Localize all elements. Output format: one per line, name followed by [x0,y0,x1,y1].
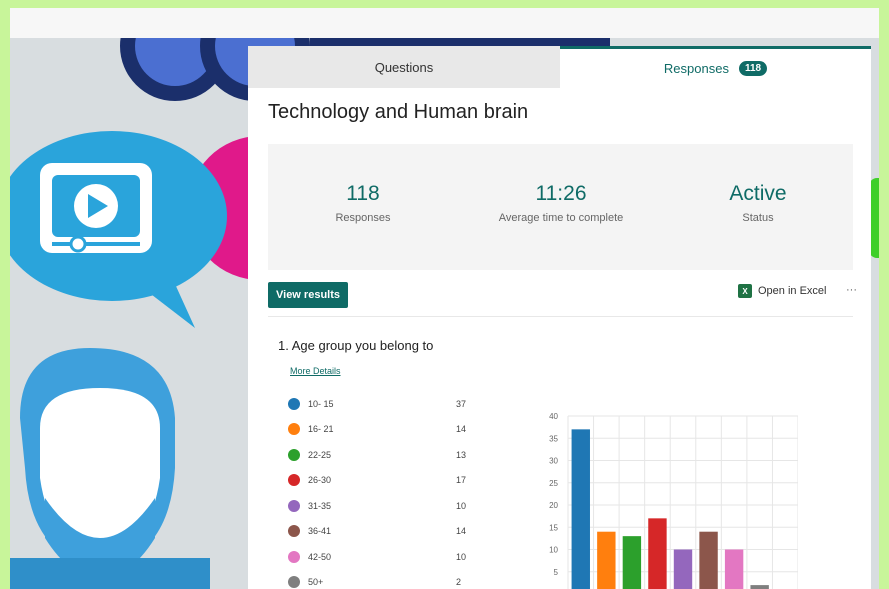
legend-dot [288,550,300,563]
legend-item: 31-35 10 [288,493,478,519]
y-tick-label: 40 [549,412,558,421]
legend-label: 16- 21 [308,424,334,435]
legend-item: 36-41 14 [288,519,478,545]
legend-dot [288,499,300,512]
legend-item: 42-50 10 [288,544,478,570]
legend-label: 22-25 [308,449,332,460]
open-in-excel-link[interactable]: X Open in Excel [738,284,826,298]
y-tick-label: 35 [549,434,558,443]
legend-count: 10 [456,500,467,511]
bar-4[interactable] [648,518,667,589]
y-tick-label: 30 [549,457,558,466]
stat-responses-label: Responses [335,212,391,224]
tab-responses-label: Responses [663,61,729,76]
excel-icon: X [738,284,752,298]
legend-label: 36-41 [308,526,332,537]
legend-item: 10- 15 37 [288,391,478,417]
legend-item: 26-30 17 [288,468,478,494]
bar-8[interactable] [750,585,769,589]
legend-dot [288,525,300,538]
stat-status-value: Active [729,182,787,205]
stat-avg-time-label: Average time to complete [498,212,624,224]
legend-count: 17 [456,475,467,486]
age-group-bar-chart: 0510152025303540 [549,412,798,589]
legend-count: 2 [456,577,462,588]
bar-6[interactable] [699,531,718,589]
legend-count: 14 [456,424,467,435]
legend-count: 13 [456,449,467,460]
bar-1[interactable] [571,429,590,589]
legend-item: 50+ 2 [288,570,478,589]
stat-status-label: Status [742,212,774,224]
summary-card: 118 Responses 11:26 Average time to comp… [268,144,853,270]
question-title: 1. Age group you belong to [278,338,434,353]
y-tick-label: 10 [549,546,558,555]
top-bar [10,8,879,38]
responses-panel: Questions Responses 118 Technology and H… [248,46,871,589]
stat-responses-value: 118 [346,182,380,205]
responses-count-badge: 118 [738,61,768,76]
legend-count: 37 [456,398,467,409]
person-shoulders [10,558,210,589]
y-tick-label: 20 [549,501,558,510]
view-results-button[interactable]: View results [268,282,348,308]
legend-dot [288,448,300,461]
stat-avg-time: 11:26 Average time to complete [461,182,661,224]
y-tick-label: 5 [554,568,559,577]
bar-5[interactable] [673,549,693,589]
legend-label: 31-35 [308,500,332,511]
tab-bar: Questions Responses 118 [248,46,871,88]
legend-label: 26-30 [308,475,332,486]
chart-legend: 10- 15 37 16- 21 14 22-25 13 26-30 17 31-35 10 36-… [288,391,478,589]
bar-3[interactable] [622,536,642,589]
stat-avg-time-value: 11:26 [535,182,587,205]
bar-2[interactable] [597,531,616,589]
more-details-link[interactable]: More Details [290,366,341,376]
legend-count: 14 [456,526,467,537]
more-options-button[interactable]: ··· [846,284,857,296]
legend-item: 16- 21 14 [288,417,478,443]
legend-label: 42-50 [308,551,332,562]
y-tick-label: 25 [549,479,558,488]
y-tick-label: 15 [549,523,558,532]
legend-dot [288,474,300,487]
tab-questions[interactable]: Questions [248,46,560,88]
window-frame: Questions Responses 118 Technology and H… [10,8,879,589]
tab-questions-label: Questions [374,59,434,75]
form-title: Technology and Human brain [268,101,529,123]
tab-responses[interactable]: Responses 118 [560,46,871,88]
legend-label: 10- 15 [308,398,334,409]
stat-status: Active Status [658,182,858,224]
legend-dot [288,423,300,436]
stat-responses: 118 Responses [263,182,463,224]
legend-count: 10 [456,551,467,562]
divider [268,316,853,317]
legend-dot [288,576,300,589]
legend-item: 22-25 13 [288,442,478,468]
open-in-excel-label: Open in Excel [758,285,827,297]
legend-dot [288,397,300,410]
legend-label: 50+ [308,577,324,588]
bar-7[interactable] [724,549,744,589]
